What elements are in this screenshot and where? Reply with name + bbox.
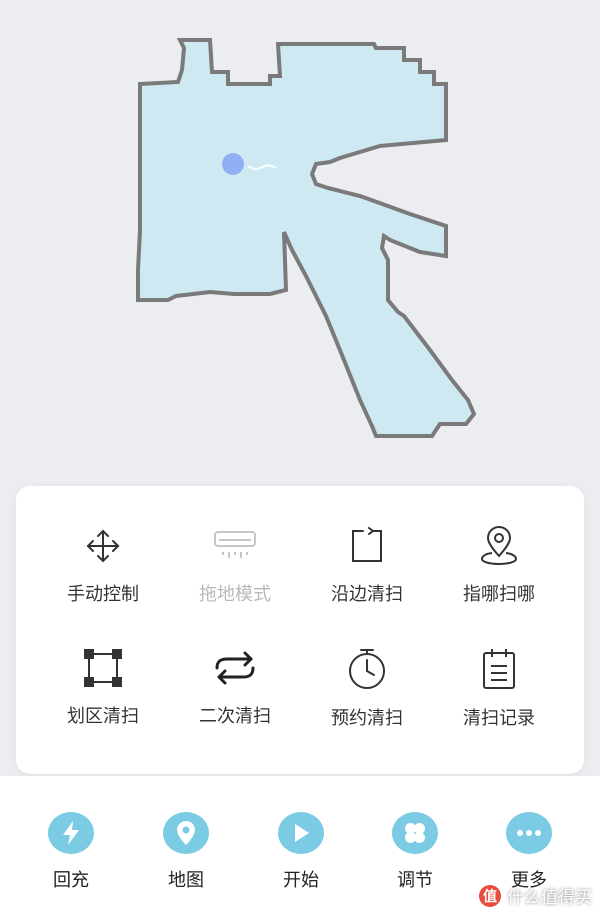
edge-clean-button[interactable]: 沿边清扫: [296, 486, 438, 606]
nav-map-label: 地图: [168, 870, 204, 891]
zone-square-icon: [81, 648, 125, 688]
edge-clean-label: 沿边清扫: [331, 584, 403, 605]
cleaning-map[interactable]: [0, 0, 600, 480]
nav-adjust-label: 调节: [397, 870, 433, 891]
lightning-icon: [48, 812, 94, 854]
watermark-text: 什么值得买: [507, 888, 592, 908]
map-canvas: [136, 38, 477, 438]
zone-clean-button[interactable]: 划区清扫: [32, 608, 174, 728]
spot-clean-label: 指哪扫哪: [463, 584, 535, 605]
second-clean-label: 二次清扫: [199, 706, 271, 727]
play-icon: [278, 812, 324, 854]
nav-adjust[interactable]: 调节: [370, 812, 460, 892]
spot-clean-button[interactable]: 指哪扫哪: [428, 486, 570, 606]
scheduled-clean-button[interactable]: 预约清扫: [296, 608, 438, 729]
nav-more[interactable]: 更多: [484, 812, 574, 892]
manual-control-button[interactable]: 手动控制: [32, 486, 174, 606]
clover-icon: [392, 812, 438, 854]
mop-mode-button[interactable]: 拖地模式: [164, 486, 306, 606]
control-panel: 手动控制 拖地模式 沿边清扫 指哪扫哪 划区清扫 二次清扫 预约清扫 清扫记录: [16, 486, 584, 774]
timer-icon: [345, 648, 389, 690]
clean-history-button[interactable]: 清扫记录: [428, 608, 570, 729]
watermark: 值 什么值得买: [479, 883, 592, 908]
map-pin-icon: [163, 812, 209, 854]
watermark-badge: 值: [479, 884, 501, 907]
clean-history-label: 清扫记录: [463, 708, 535, 729]
robot-marker: [222, 153, 244, 175]
mop-mode-label: 拖地模式: [199, 584, 271, 605]
clipboard-icon: [477, 648, 521, 690]
mop-mode-icon: [213, 526, 257, 566]
nav-map[interactable]: 地图: [141, 812, 231, 892]
manual-control-label: 手动控制: [67, 584, 139, 605]
location-pin-icon: [477, 526, 521, 566]
nav-start-label: 开始: [283, 870, 319, 891]
repeat-icon: [213, 648, 257, 688]
edge-clean-icon: [345, 526, 389, 566]
scheduled-clean-label: 预约清扫: [331, 708, 403, 729]
second-clean-button[interactable]: 二次清扫: [164, 608, 306, 728]
nav-recharge-label: 回充: [53, 870, 89, 891]
zone-clean-label: 划区清扫: [67, 706, 139, 727]
more-dots-icon: [506, 812, 552, 854]
nav-recharge[interactable]: 回充: [26, 812, 116, 892]
move-arrows-icon: [81, 526, 125, 566]
map-floor: [136, 38, 477, 438]
bottom-navigation: 回充 地图 开始 调节 更多 值 什么值得买: [0, 776, 600, 916]
nav-start[interactable]: 开始: [256, 812, 346, 892]
